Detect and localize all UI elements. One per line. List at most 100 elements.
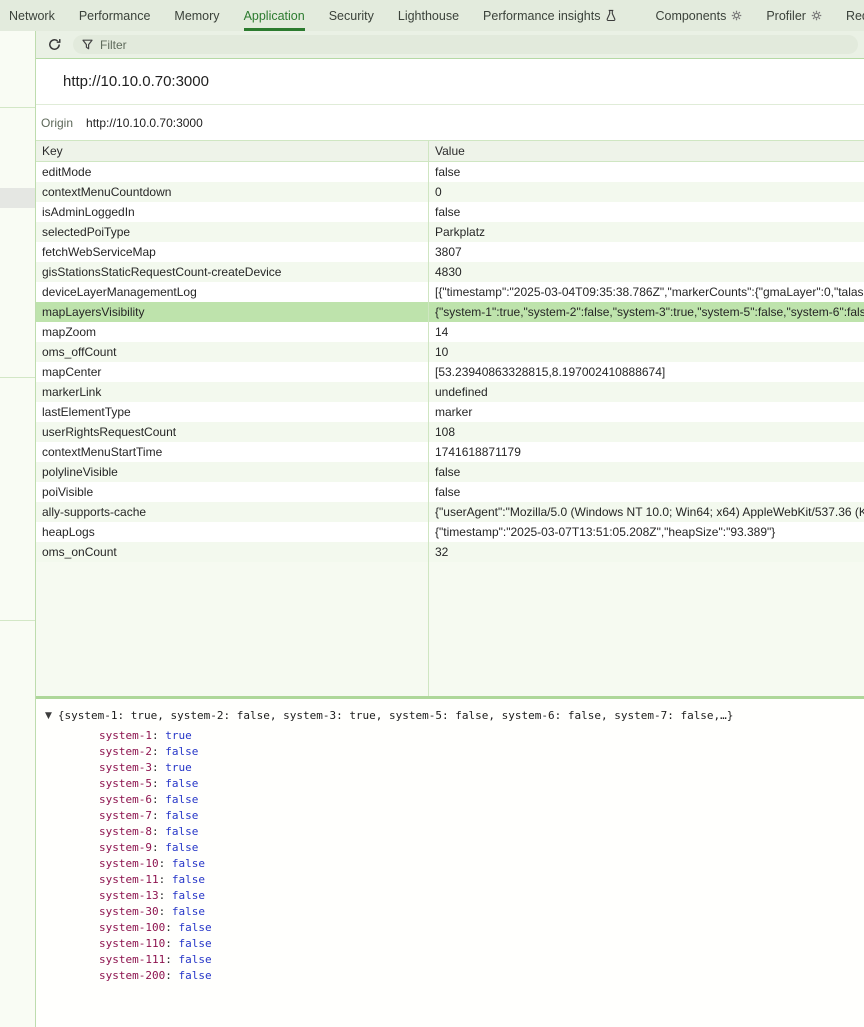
tab-label: Application [244, 9, 305, 23]
preview-property[interactable]: system-3: true [99, 760, 864, 776]
table-row[interactable]: oms_onCount32 [36, 542, 864, 562]
table-row[interactable]: mapZoom14 [36, 322, 864, 342]
storage-item-preview: ▼ {system-1: true, system-2: false, syst… [36, 699, 864, 1027]
tab-redux[interactable]: Redux [846, 0, 864, 31]
sidebar-divider [0, 107, 35, 108]
row-value: 4830 [429, 262, 864, 282]
storage-origin-title-section: http://10.10.0.70:3000 [36, 59, 864, 104]
row-key: contextMenuStartTime [36, 442, 429, 462]
property-colon: : [159, 889, 172, 902]
preview-property[interactable]: system-8: false [99, 824, 864, 840]
filter-input[interactable] [100, 38, 849, 52]
table-row[interactable]: contextMenuCountdown0 [36, 182, 864, 202]
preview-property[interactable]: system-1: true [99, 728, 864, 744]
row-value: Parkplatz [429, 222, 864, 242]
row-key: isAdminLoggedIn [36, 202, 429, 222]
property-value: false [165, 825, 198, 838]
tab-label: Profiler [766, 9, 806, 23]
local-storage-panel: http://10.10.0.70:3000 Origin http://10.… [36, 31, 864, 1027]
table-row[interactable]: contextMenuStartTime1741618871179 [36, 442, 864, 462]
preview-property[interactable]: system-111: false [99, 952, 864, 968]
row-value: false [429, 482, 864, 502]
expander-triangle-icon[interactable]: ▼ [45, 708, 52, 724]
property-key: system-11 [99, 873, 159, 886]
table-row[interactable]: deviceLayerManagementLog[{"timestamp":"2… [36, 282, 864, 302]
tab-label: Network [9, 9, 55, 23]
preview-property[interactable]: system-5: false [99, 776, 864, 792]
table-row[interactable]: gisStationsStaticRequestCount-createDevi… [36, 262, 864, 282]
sidebar-divider [0, 620, 35, 621]
property-colon: : [159, 857, 172, 870]
property-colon: : [152, 777, 165, 790]
row-key: oms_offCount [36, 342, 429, 362]
property-key: system-10 [99, 857, 159, 870]
property-key: system-13 [99, 889, 159, 902]
preview-property-list: system-1: truesystem-2: falsesystem-3: t… [99, 728, 864, 984]
preview-property[interactable]: system-110: false [99, 936, 864, 952]
refresh-icon [47, 37, 62, 52]
row-value: 108 [429, 422, 864, 442]
row-key: poiVisible [36, 482, 429, 502]
property-key: system-100 [99, 921, 165, 934]
refresh-button[interactable] [45, 36, 63, 54]
table-row[interactable]: isAdminLoggedInfalse [36, 202, 864, 222]
table-row[interactable]: editModefalse [36, 162, 864, 182]
row-key: userRightsRequestCount [36, 422, 429, 442]
tab-lighthouse[interactable]: Lighthouse [398, 0, 459, 31]
row-value: 32 [429, 542, 864, 562]
table-row[interactable]: polylineVisiblefalse [36, 462, 864, 482]
table-row[interactable]: selectedPoiTypeParkplatz [36, 222, 864, 242]
row-key: markerLink [36, 382, 429, 402]
storage-table-body: editModefalsecontextMenuCountdown0isAdmi… [36, 162, 864, 562]
preview-property[interactable]: system-6: false [99, 792, 864, 808]
preview-property[interactable]: system-100: false [99, 920, 864, 936]
table-row[interactable]: poiVisiblefalse [36, 482, 864, 502]
preview-property[interactable]: system-13: false [99, 888, 864, 904]
tab-components[interactable]: Components [655, 0, 742, 31]
row-value: false [429, 162, 864, 182]
property-value: false [172, 889, 205, 902]
preview-object-summary: ▼ {system-1: true, system-2: false, syst… [36, 708, 864, 724]
table-row[interactable]: ally-supports-cache{"userAgent":"Mozilla… [36, 502, 864, 522]
tab-label: Performance [79, 9, 151, 23]
property-value: false [165, 841, 198, 854]
tab-network[interactable]: Network [9, 0, 55, 31]
column-header-value[interactable]: Value [429, 141, 864, 161]
row-value: false [429, 202, 864, 222]
filter-input-wrap [73, 35, 858, 54]
table-row[interactable]: oms_offCount10 [36, 342, 864, 362]
preview-property[interactable]: system-200: false [99, 968, 864, 984]
column-header-key[interactable]: Key [36, 141, 429, 161]
tab-profiler[interactable]: Profiler [766, 0, 822, 31]
row-value: 1741618871179 [429, 442, 864, 462]
origin-meta-row: Origin http://10.10.0.70:3000 [36, 104, 864, 140]
preview-property[interactable]: system-9: false [99, 840, 864, 856]
funnel-icon [82, 39, 93, 50]
tab-performance[interactable]: Performance [79, 0, 151, 31]
table-row[interactable]: fetchWebServiceMap3807 [36, 242, 864, 262]
tab-label: Redux [846, 9, 864, 23]
table-row[interactable]: mapCenter[53.23940863328815,8.1970024108… [36, 362, 864, 382]
row-key: contextMenuCountdown [36, 182, 429, 202]
table-row[interactable]: lastElementTypemarker [36, 402, 864, 422]
tab-memory[interactable]: Memory [174, 0, 219, 31]
tab-application[interactable]: Application [244, 0, 305, 31]
table-row[interactable]: userRightsRequestCount108 [36, 422, 864, 442]
row-key: deviceLayerManagementLog [36, 282, 429, 302]
row-value: undefined [429, 382, 864, 402]
property-value: false [178, 969, 211, 982]
application-sidebar-strip[interactable] [0, 31, 36, 1027]
tab-security[interactable]: Security [329, 0, 374, 31]
preview-property[interactable]: system-7: false [99, 808, 864, 824]
table-row[interactable]: markerLinkundefined [36, 382, 864, 402]
table-row[interactable]: mapLayersVisibility{"system-1":true,"sys… [36, 302, 864, 322]
preview-property[interactable]: system-30: false [99, 904, 864, 920]
preview-property[interactable]: system-2: false [99, 744, 864, 760]
property-key: system-200 [99, 969, 165, 982]
tab-performance-insights[interactable]: Performance insights [483, 0, 617, 31]
property-value: true [165, 729, 192, 742]
preview-property[interactable]: system-11: false [99, 872, 864, 888]
preview-property[interactable]: system-10: false [99, 856, 864, 872]
table-row[interactable]: heapLogs{"timestamp":"2025-03-07T13:51:0… [36, 522, 864, 542]
property-key: system-6 [99, 793, 152, 806]
